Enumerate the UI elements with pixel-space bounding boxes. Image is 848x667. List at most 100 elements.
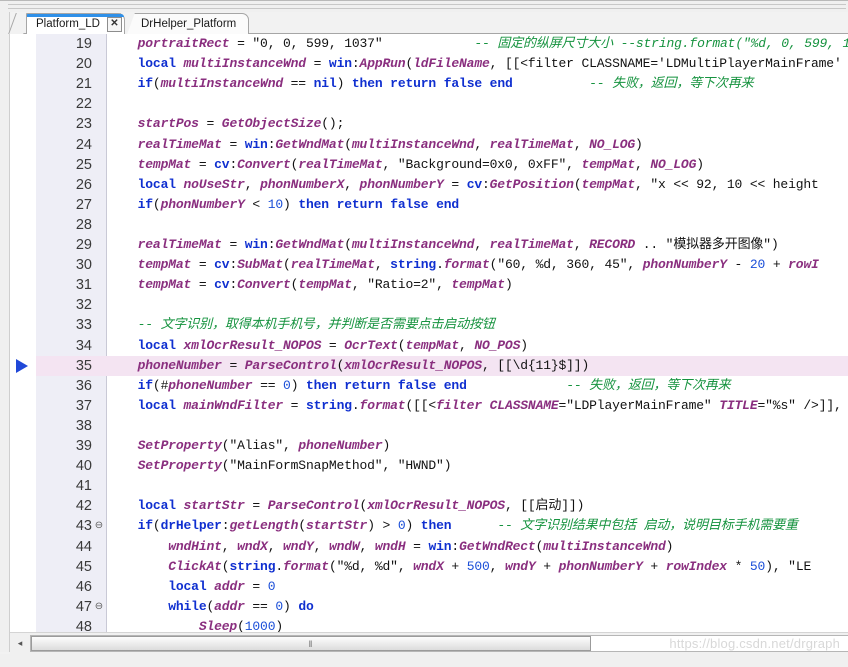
scrollbar-thumb[interactable]: ‖ bbox=[31, 636, 591, 651]
code-line-row[interactable]: 28 bbox=[10, 215, 848, 235]
code-line-row[interactable]: 46 local addr = 0 bbox=[10, 577, 848, 597]
tab-drhelper-platform[interactable]: DrHelper_Platform bbox=[126, 13, 250, 34]
line-number: 34 bbox=[75, 337, 92, 354]
code-line-row[interactable]: 30 tempMat = cv:SubMat(realTimeMat, stri… bbox=[10, 255, 848, 275]
line-number: 24 bbox=[75, 136, 92, 153]
line-number: 31 bbox=[75, 277, 92, 294]
code-line-row[interactable]: 36 if(#phoneNumber == 0) then return fal… bbox=[10, 376, 848, 396]
line-number: 39 bbox=[75, 438, 92, 454]
code-line-text: Sleep(1000) bbox=[198, 618, 284, 632]
code-line-row[interactable]: 41 bbox=[10, 476, 848, 496]
code-line-row[interactable]: 29 realTimeMat = win:GetWndMat(multiInst… bbox=[10, 235, 848, 255]
line-number: 40 bbox=[75, 458, 92, 475]
horizontal-scrollbar[interactable]: ◂ ‖ bbox=[10, 632, 848, 654]
code-line-row[interactable]: 39 SetProperty("Alias", phoneNumber) bbox=[10, 436, 848, 456]
line-number: 38 bbox=[75, 417, 92, 434]
code-line-row[interactable]: 38 bbox=[10, 416, 848, 436]
code-line-row[interactable]: 48 Sleep(1000) bbox=[10, 617, 848, 632]
line-number: 43 bbox=[75, 518, 92, 535]
code-editor-surface[interactable]: 19 portraitRect = "0, 0, 599, 1037" -- 固… bbox=[10, 34, 848, 632]
line-number: 23 bbox=[75, 116, 92, 133]
code-line-row[interactable]: 27 if(phonNumberY < 10) then return fals… bbox=[10, 195, 848, 215]
fold-toggle-icon[interactable]: ⊖ bbox=[94, 597, 104, 617]
tab-active-accent bbox=[27, 14, 124, 17]
code-line-row[interactable]: 25 tempMat = cv:Convert(realTimeMat, "Ba… bbox=[10, 155, 848, 175]
code-line-row[interactable]: 19 portraitRect = "0, 0, 599, 1037" -- 固… bbox=[10, 34, 848, 54]
code-line-text: tempMat = cv:SubMat(realTimeMat, string.… bbox=[137, 257, 819, 273]
code-line-text: if(multiInstanceWnd == nil) then return … bbox=[137, 76, 754, 92]
code-line-text: local startStr = ParseControl(xmlOcrResu… bbox=[137, 498, 585, 514]
line-number: 30 bbox=[75, 257, 92, 274]
code-line-row[interactable]: 20 local multiInstanceWnd = win:AppRun(l… bbox=[10, 54, 848, 74]
code-line-text: startPos = GetObjectSize(); bbox=[137, 116, 345, 132]
code-line-text: if(#phoneNumber == 0) then return false … bbox=[137, 377, 731, 393]
execution-pointer-icon[interactable] bbox=[16, 358, 28, 373]
tab-platform-ld[interactable]: Platform_LD ✕ bbox=[26, 13, 125, 34]
code-line-text: SetProperty("MainFormSnapMethod", "HWND"… bbox=[137, 458, 452, 474]
code-line-row[interactable]: 45 ClickAt(string.format("%d, %d", wndX … bbox=[10, 557, 848, 577]
code-line-text: realTimeMat = win:GetWndMat(multiInstanc… bbox=[137, 237, 779, 252]
code-line-text: wndHint, wndX, wndY, wndW, wndH = win:Ge… bbox=[168, 538, 674, 554]
line-number: 46 bbox=[75, 578, 92, 595]
code-line-text: if(phonNumberY < 10) then return false e… bbox=[137, 196, 460, 212]
code-line-text: if(drHelper:getLength(startStr) > 0) the… bbox=[137, 518, 798, 534]
code-line-text: tempMat = cv:Convert(realTimeMat, "Backg… bbox=[137, 156, 704, 172]
code-line-text: ClickAt(string.format("%d, %d", wndX + 5… bbox=[168, 558, 812, 574]
code-line-row[interactable]: 42 local startStr = ParseControl(xmlOcrR… bbox=[10, 496, 848, 516]
line-number: 20 bbox=[75, 56, 92, 73]
line-number: 44 bbox=[75, 538, 92, 555]
code-line-row[interactable]: 43 ⊖ if(drHelper:getLength(startStr) > 0)… bbox=[10, 516, 848, 536]
code-line-row[interactable]: 23 startPos = GetObjectSize(); bbox=[10, 114, 848, 134]
line-number: 27 bbox=[75, 196, 92, 213]
code-line-row[interactable]: 24 realTimeMat = win:GetWndMat(multiInst… bbox=[10, 135, 848, 155]
scroll-left-arrow-icon[interactable]: ◂ bbox=[12, 635, 28, 652]
code-line-text: SetProperty("Alias", phoneNumber) bbox=[137, 438, 391, 453]
code-line-row[interactable]: 26 local noUseStr, phonNumberX, phonNumb… bbox=[10, 175, 848, 195]
code-line-row[interactable]: 33 -- 文字识别，取得本机手机号，并判断是否需要点击启动按钮 bbox=[10, 315, 848, 335]
code-line-text: realTimeMat = win:GetWndMat(multiInstanc… bbox=[137, 136, 643, 152]
line-number: 28 bbox=[75, 216, 92, 233]
line-number: 47 bbox=[75, 598, 92, 615]
code-line-row[interactable]: 40 SetProperty("MainFormSnapMethod", "HW… bbox=[10, 456, 848, 476]
fold-toggle-icon[interactable]: ⊖ bbox=[94, 516, 104, 536]
code-line-row[interactable]: 35 phoneNumber = ParseControl(xmlOcrResu… bbox=[10, 355, 848, 376]
tab-label-drhelper-platform: DrHelper_Platform bbox=[141, 17, 237, 30]
code-line-row[interactable]: 34 local xmlOcrResult_NOPOS = OcrText(te… bbox=[10, 336, 848, 356]
close-icon[interactable]: ✕ bbox=[106, 16, 122, 32]
code-line-text: -- 文字识别，取得本机手机号，并判断是否需要点击启动按钮 bbox=[137, 317, 495, 333]
window-bottom-fill bbox=[0, 654, 848, 667]
line-number: 21 bbox=[75, 76, 92, 93]
editor-tab-bar: Platform_LD ✕ DrHelper_Platform bbox=[8, 12, 848, 34]
code-line-row[interactable]: 21 if(multiInstanceWnd == nil) then retu… bbox=[10, 74, 848, 94]
code-line-row[interactable]: 37 local mainWndFilter = string.format([… bbox=[10, 396, 848, 416]
line-number: 42 bbox=[75, 498, 92, 515]
line-number: 19 bbox=[75, 36, 92, 52]
code-line-text: while(addr == 0) do bbox=[168, 598, 314, 614]
code-line-row[interactable]: 32 bbox=[10, 295, 848, 315]
code-line-text: local noUseStr, phonNumberX, phonNumberY… bbox=[137, 176, 819, 192]
line-number: 35 bbox=[75, 357, 92, 374]
code-editor-window: Platform_LD ✕ DrHelper_Platform 19 portr… bbox=[0, 0, 848, 667]
code-line-row[interactable]: 31 tempMat = cv:Convert(tempMat, "Ratio=… bbox=[10, 275, 848, 295]
rail-line-1 bbox=[8, 4, 846, 5]
line-number: 29 bbox=[75, 237, 92, 253]
code-line-text: local addr = 0 bbox=[168, 578, 276, 594]
line-number: 25 bbox=[75, 156, 92, 173]
code-line-text: tempMat = cv:Convert(tempMat, "Ratio=2",… bbox=[137, 277, 513, 293]
code-line-text: portraitRect = "0, 0, 599, 1037" -- 固定的纵… bbox=[137, 36, 848, 51]
code-line-row[interactable]: 44 wndHint, wndX, wndY, wndW, wndH = win… bbox=[10, 537, 848, 557]
line-number: 41 bbox=[75, 478, 92, 495]
line-number: 26 bbox=[75, 176, 92, 193]
line-number: 37 bbox=[75, 397, 92, 414]
code-line-text: phoneNumber = ParseControl(xmlOcrResult_… bbox=[137, 357, 590, 373]
line-number: 45 bbox=[75, 558, 92, 575]
line-number: 48 bbox=[75, 618, 92, 632]
code-line-row[interactable]: 22 bbox=[10, 94, 848, 114]
window-left-rail bbox=[0, 12, 10, 652]
code-line-text: local xmlOcrResult_NOPOS = OcrText(tempM… bbox=[137, 337, 528, 353]
line-number: 32 bbox=[75, 297, 92, 314]
code-line-row[interactable]: 47 ⊖ while(addr == 0) do bbox=[10, 597, 848, 617]
line-number: 36 bbox=[75, 377, 92, 394]
line-number: 22 bbox=[75, 96, 92, 113]
window-top-rail bbox=[0, 0, 848, 12]
